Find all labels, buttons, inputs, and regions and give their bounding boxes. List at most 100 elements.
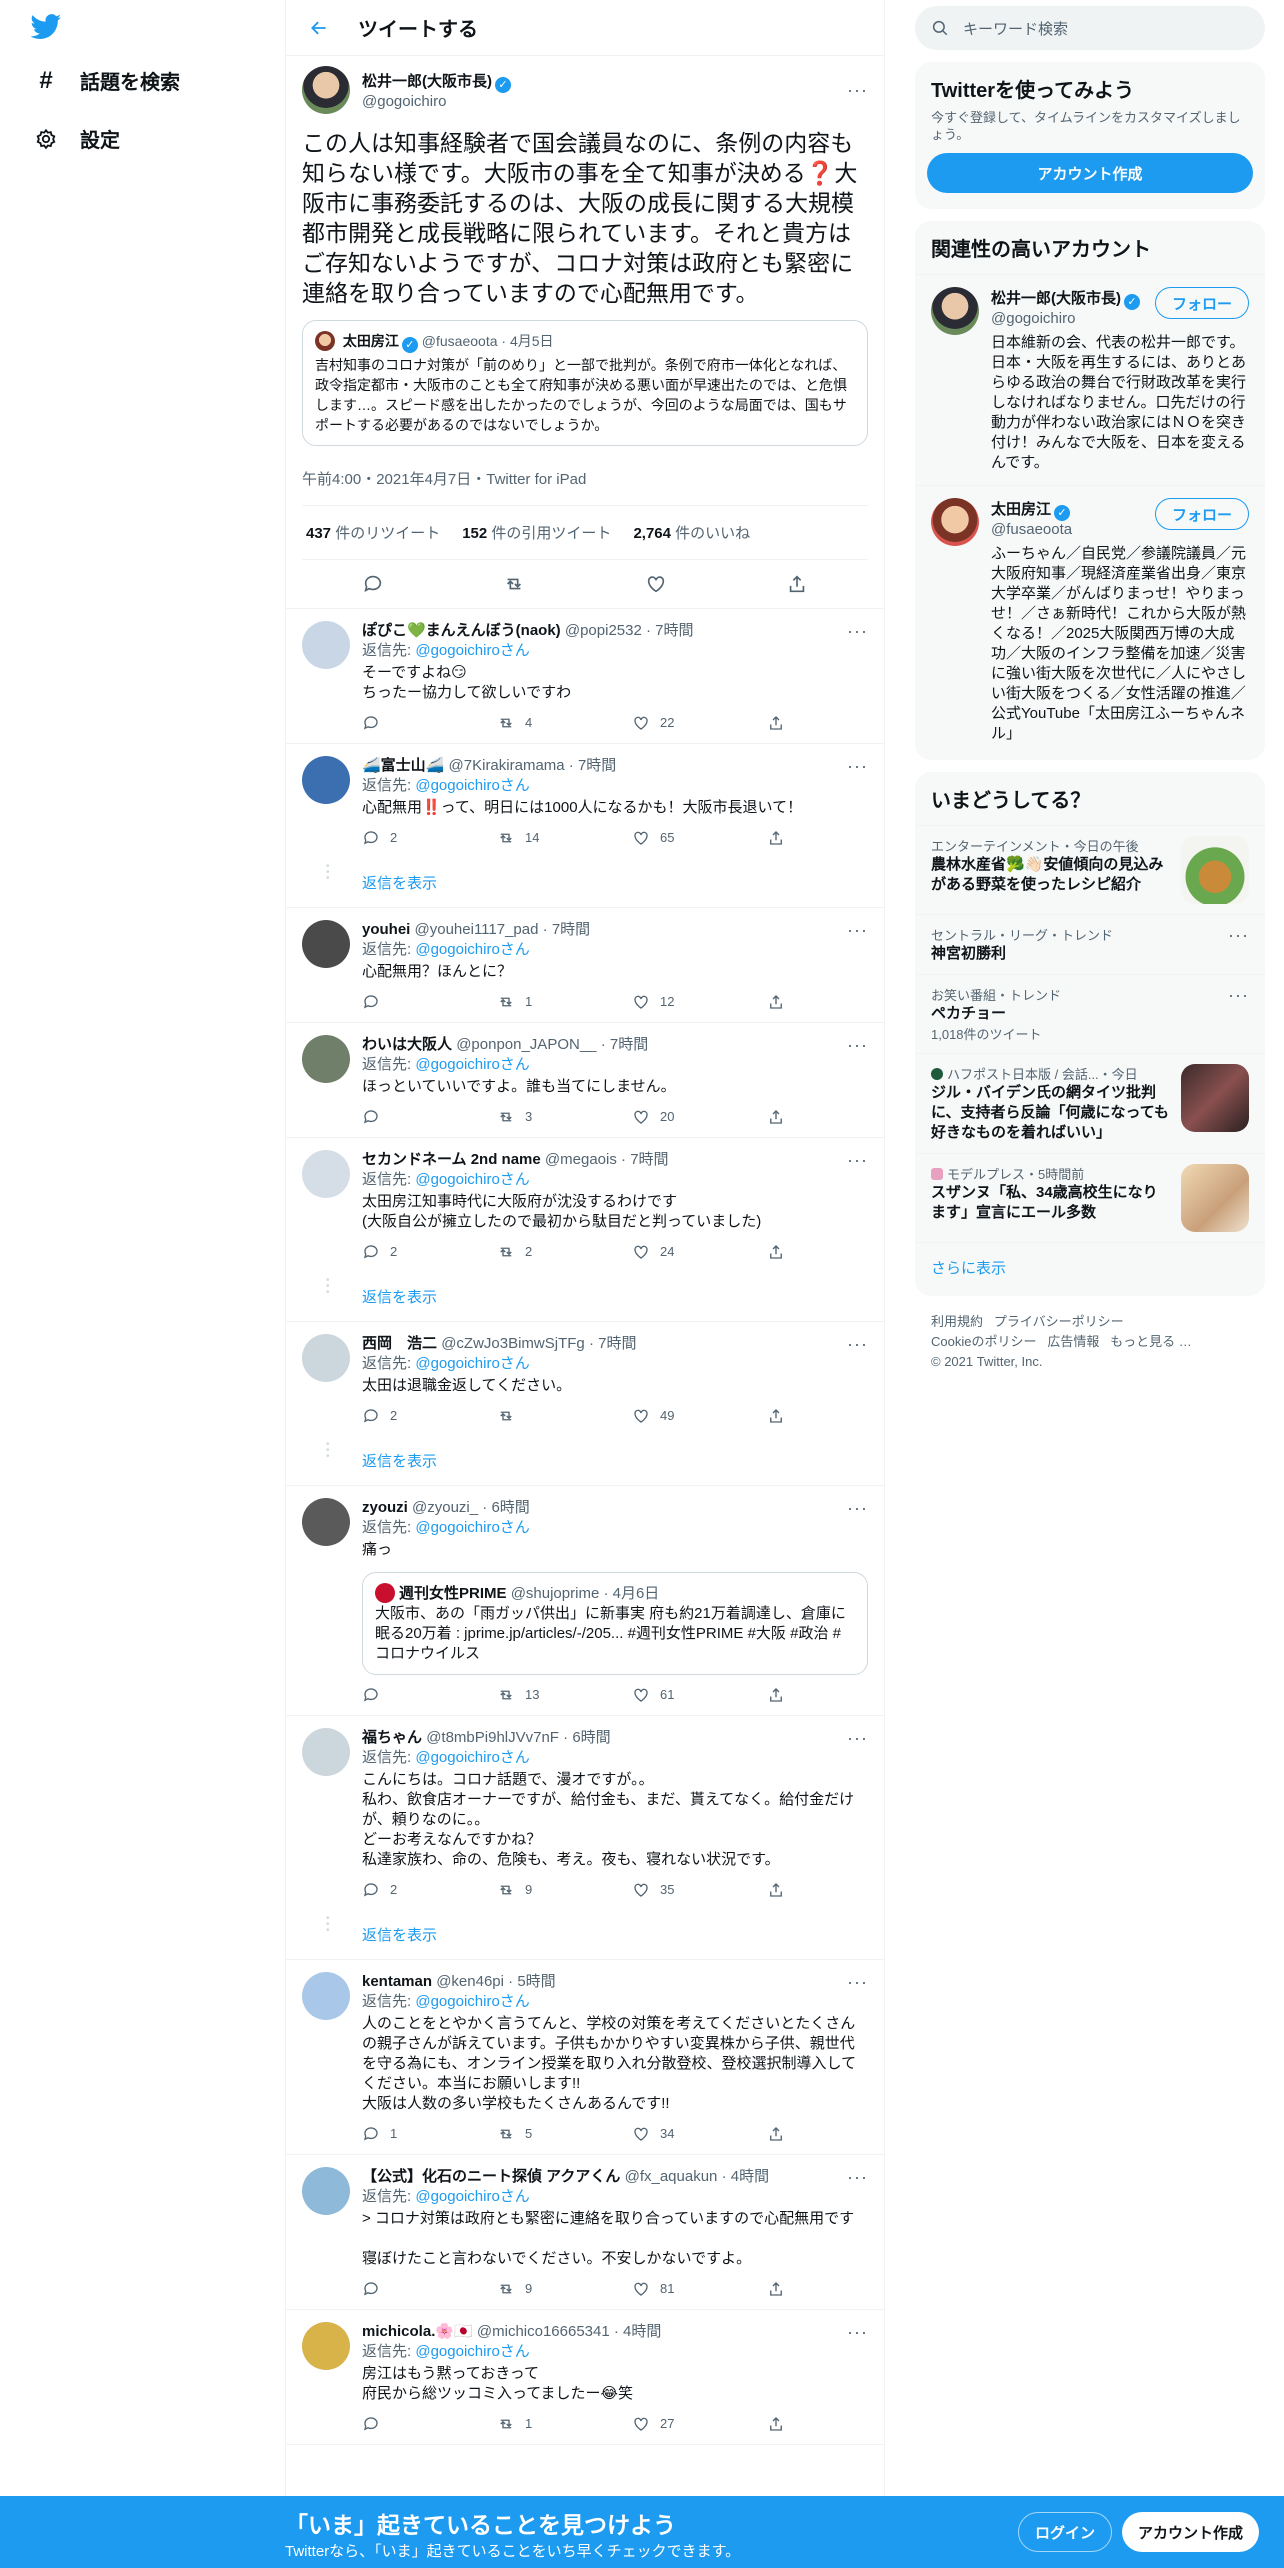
share-button[interactable] [767,2279,787,2299]
trend-item[interactable]: セントラル・リーグ・トレンド 神宮初勝利 ··· [915,914,1265,974]
like-button[interactable]: 81 [632,2279,692,2299]
reply-tweet[interactable]: youhei @youhei1117_pad · 7時間 ··· 返信先: @g… [286,908,884,1023]
reply-to-handle[interactable]: @gogoichiroさん [415,941,529,958]
like-button[interactable]: 35 [632,1880,692,1900]
share-button[interactable] [767,713,787,733]
retweet-button[interactable]: 3 [497,1107,557,1127]
more-options-icon[interactable]: ··· [847,2167,868,2187]
avatar[interactable] [302,1972,350,2020]
reply-tweet[interactable]: わいは大阪人 @ponpon_JAPON__ · 7時間 ··· 返信先: @g… [286,1023,884,1138]
quote-count[interactable]: 152 件の引用ツイート [462,522,611,543]
reply-tweet[interactable]: kentaman @ken46pi · 5時間 ··· 返信先: @gogoic… [286,1960,884,2155]
retweet-button[interactable]: 9 [497,2279,557,2299]
reply-time[interactable]: 7時間 [598,1335,636,1352]
more-options-icon[interactable]: ··· [847,80,868,101]
reply-tweet[interactable]: 福ちゃん @t8mbPi9hlJVv7nF · 6時間 ··· 返信先: @go… [286,1716,884,1910]
share-button[interactable] [767,1107,787,1127]
more-options-icon[interactable]: ··· [847,1035,868,1055]
reply-time[interactable]: 6時間 [572,1729,610,1746]
signup-button[interactable]: アカウント作成 [1122,2512,1260,2552]
retweet-button[interactable]: 5 [497,2124,557,2144]
reply-author-name[interactable]: 【公式】化石のニート探偵 アクアくん [362,2168,620,2185]
avatar[interactable] [302,1498,350,1546]
like-button[interactable]: 61 [632,1685,692,1705]
reply-author-name[interactable]: michicola.🌸🇯🇵 [362,2323,473,2340]
reply-tweet[interactable]: セカンドネーム 2nd name @megaois · 7時間 ··· 返信先:… [286,1138,884,1272]
retweet-button[interactable]: 14 [497,828,557,848]
reply-author-handle[interactable]: @youhei1117_pad [415,921,539,938]
reply-author-handle[interactable]: @michico16665341 [477,2323,610,2340]
author-handle[interactable]: @gogoichiro [362,93,847,110]
avatar[interactable] [302,920,350,968]
reply-author-name[interactable]: セカンドネーム 2nd name [362,1151,541,1168]
reply-button[interactable]: 2 [362,1406,422,1426]
reply-author-name[interactable]: 🚄富士山🚄 [362,757,444,774]
share-button[interactable] [767,1406,787,1426]
reply-button[interactable]: 2 [362,1242,422,1262]
author-name[interactable]: 松井一郎(大阪市長) [362,73,492,90]
reply-author-handle[interactable]: @megaois [545,1151,617,1168]
search-box[interactable]: キーワード検索 [915,6,1265,50]
quoted-tweet[interactable]: 太田房江 ✓ @fusaeoota · 4月5日 吉村知事のコロナ対策が「前のめり… [302,320,868,446]
like-button[interactable]: 12 [632,992,692,1012]
reply-button[interactable] [362,2279,422,2299]
avatar[interactable] [302,66,350,114]
more-options-icon[interactable]: ··· [847,621,868,641]
reply-time[interactable]: 4時間 [731,2168,769,2185]
nav-settings[interactable]: 設定 [34,124,120,153]
reply-time[interactable]: 7時間 [552,921,590,938]
reply-button[interactable] [362,713,422,733]
share-icon[interactable] [786,573,808,595]
reply-to-handle[interactable]: @gogoichiroさん [415,1355,529,1372]
trend-item[interactable]: モデルプレス・5時間前 スザンヌ「私、34歳高校生になります」宣言にエール多数 [915,1153,1265,1242]
privacy-link[interactable]: プライバシーポリシー [994,1314,1124,1329]
like-button[interactable]: 22 [632,713,692,733]
reply-tweet[interactable]: ぽぴこ💚まんえんぼう(naok) @popi2532 · 7時間 ··· 返信先… [286,609,884,744]
reply-time[interactable]: 6時間 [491,1499,529,1516]
terms-link[interactable]: 利用規約 [931,1314,983,1329]
retweet-count[interactable]: 437 件のリツイート [306,522,440,543]
reply-author-name[interactable]: zyouzi [362,1499,408,1516]
reply-author-handle[interactable]: @ponpon_JAPON__ [456,1036,596,1053]
reply-button[interactable] [362,992,422,1012]
reply-author-name[interactable]: ぽぴこ💚まんえんぼう(naok) [362,622,561,639]
related-account[interactable]: 太田房江 ✓ @fusaeoota フォロー ふーちゃん／自民党／参議院議員／元大… [915,485,1265,760]
twitter-logo-icon[interactable] [30,14,62,40]
retweet-button[interactable] [497,1406,557,1426]
avatar[interactable] [302,1728,350,1776]
reply-icon[interactable] [362,573,384,595]
reply-button[interactable]: 2 [362,1880,422,1900]
avatar[interactable] [302,1035,350,1083]
show-replies-link[interactable]: • • • 返信を表示 [286,1910,884,1960]
more-options-icon[interactable]: ··· [1228,925,1249,964]
trend-item[interactable]: エンターテインメント・今日の午後 農林水産省🥦👋🏻安値傾向の見込みがある野菜を使っ… [915,825,1265,914]
retweet-button[interactable]: 4 [497,713,557,733]
tweet-meta[interactable]: 午前4:00・2021年4月7日・Twitter for iPad [302,452,868,506]
trend-item[interactable]: ハフポスト日本版 / 会話...・今日 ジル・バイデン氏の網タイツ批判に、支持者ら… [915,1053,1265,1153]
more-options-icon[interactable]: ··· [847,920,868,940]
reply-author-name[interactable]: わいは大阪人 [362,1036,452,1053]
cookie-link[interactable]: Cookieのポリシー [931,1334,1036,1349]
show-replies-link[interactable]: • • • 返信を表示 [286,1436,884,1486]
reply-tweet[interactable]: zyouzi @zyouzi_ · 6時間 ··· 返信先: @gogoichi… [286,1486,884,1716]
reply-author-name[interactable]: youhei [362,921,410,938]
more-options-icon[interactable]: ··· [847,2322,868,2342]
avatar[interactable] [931,498,979,546]
reply-button[interactable]: 1 [362,2124,422,2144]
more-options-icon[interactable]: ··· [847,1334,868,1354]
share-button[interactable] [767,2414,787,2434]
avatar[interactable] [302,621,350,669]
more-options-icon[interactable]: ··· [1228,985,1249,1043]
account-name[interactable]: 太田房江 [991,501,1051,518]
quoted-tweet[interactable]: 週刊女性PRIME @shujoprime · 4月6日 大阪市、あの「雨ガッパ… [362,1572,868,1675]
reply-author-name[interactable]: 西岡 浩二 [362,1335,437,1352]
reply-time[interactable]: 7時間 [630,1151,668,1168]
share-button[interactable] [767,2124,787,2144]
account-name[interactable]: 松井一郎(大阪市長) [991,290,1121,307]
retweet-button[interactable]: 9 [497,1880,557,1900]
reply-button[interactable] [362,1685,422,1705]
like-button[interactable]: 24 [632,1242,692,1262]
retweet-button[interactable]: 13 [497,1685,557,1705]
follow-button[interactable]: フォロー [1154,287,1249,319]
trend-item[interactable]: お笑い番組・トレンド ペカチョー 1,018件のツイート ··· [915,974,1265,1053]
